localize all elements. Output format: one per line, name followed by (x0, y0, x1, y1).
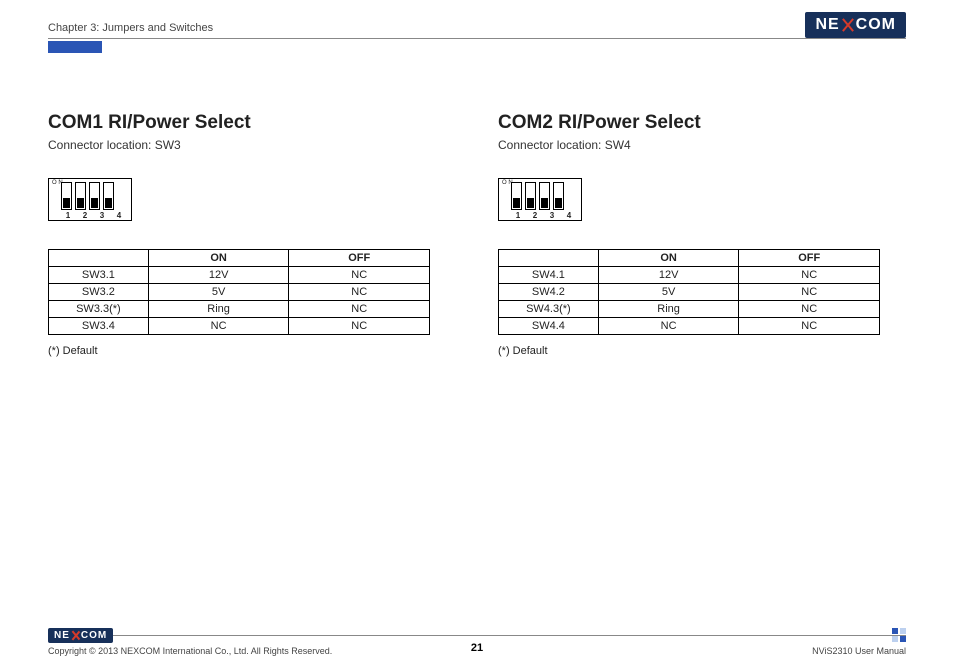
cell: NC (148, 318, 289, 335)
table-head-row: ON OFF (499, 250, 880, 267)
th-off: OFF (739, 250, 880, 267)
cell: NC (289, 301, 430, 318)
section-com2: COM2 RI/Power Select Connector location:… (498, 112, 898, 357)
x-icon (841, 18, 855, 32)
dip-slot-2 (525, 182, 536, 210)
th-off: OFF (289, 250, 430, 267)
dip-knob (513, 198, 520, 208)
cell: SW4.1 (499, 267, 599, 284)
dip-knob (63, 198, 70, 208)
cell: 5V (598, 284, 739, 301)
table-row: SW4.3(*) Ring NC (499, 301, 880, 318)
page-footer: NECOM Copyright © 2013 NEXCOM Internatio… (48, 628, 906, 656)
cell: SW3.3(*) (49, 301, 149, 318)
cell: SW4.4 (499, 318, 599, 335)
dip-num: 1 (511, 211, 525, 220)
cell: NC (289, 267, 430, 284)
dip-num: 3 (95, 211, 109, 220)
section-title: COM2 RI/Power Select (498, 112, 898, 134)
cell: 5V (148, 284, 289, 301)
table-row: SW3.3(*) Ring NC (49, 301, 430, 318)
header-accent-tab (48, 41, 102, 53)
dip-slot-1 (511, 182, 522, 210)
table-row: SW3.1 12V NC (49, 267, 430, 284)
dip-knob (555, 198, 562, 208)
dip-num: 1 (61, 211, 75, 220)
cell: NC (739, 284, 880, 301)
cell: Ring (598, 301, 739, 318)
cell: SW4.3(*) (499, 301, 599, 318)
table-head-row: ON OFF (49, 250, 430, 267)
dip-slots (511, 182, 578, 210)
dip-switch-sw3: O N 1 2 3 4 (48, 178, 132, 221)
dip-body: O N 1 2 3 4 (498, 178, 582, 221)
th-blank (49, 250, 149, 267)
brand-logo-bottom: NECOM (48, 628, 332, 643)
th-blank (499, 250, 599, 267)
page: Chapter 3: Jumpers and Switches NECOM CO… (0, 0, 954, 672)
table-row: SW4.4 NC NC (499, 318, 880, 335)
dip-num: 2 (78, 211, 92, 220)
dip-slot-4 (553, 182, 564, 210)
dip-numbers: 1 2 3 4 (61, 211, 128, 220)
dip-body: O N 1 2 3 4 (48, 178, 132, 221)
table-row: SW3.4 NC NC (49, 318, 430, 335)
doc-title: NViS2310 User Manual (812, 646, 906, 656)
table-row: SW3.2 5V NC (49, 284, 430, 301)
brand-logo-top: NECOM (805, 12, 906, 38)
cell: NC (739, 318, 880, 335)
dip-knob (91, 198, 98, 208)
section-com1: COM1 RI/Power Select Connector location:… (48, 112, 448, 357)
dip-num: 4 (562, 211, 576, 220)
cell: Ring (148, 301, 289, 318)
chapter-title: Chapter 3: Jumpers and Switches (48, 22, 906, 34)
table-row: SW4.2 5V NC (499, 284, 880, 301)
th-on: ON (598, 250, 739, 267)
page-header: Chapter 3: Jumpers and Switches (48, 22, 906, 44)
dip-slot-3 (89, 182, 100, 210)
dip-switch-sw4: O N 1 2 3 4 (498, 178, 582, 221)
dip-knob (541, 198, 548, 208)
cell: SW3.2 (49, 284, 149, 301)
nexcom-logo-icon: NECOM (48, 628, 113, 643)
switch-table-sw4: ON OFF SW4.1 12V NC SW4.2 5V NC SW4.3(*)… (498, 249, 880, 335)
dip-slot-1 (61, 182, 72, 210)
default-note: (*) Default (48, 345, 448, 357)
cell: 12V (148, 267, 289, 284)
footer-right: NViS2310 User Manual (812, 628, 906, 656)
switch-table-sw3: ON OFF SW3.1 12V NC SW3.2 5V NC SW3.3(*)… (48, 249, 430, 335)
cell: SW4.2 (499, 284, 599, 301)
dip-num: 3 (545, 211, 559, 220)
dip-slot-2 (75, 182, 86, 210)
dip-numbers: 1 2 3 4 (511, 211, 578, 220)
header-rule (48, 38, 906, 39)
footer-squares-icon (892, 628, 906, 642)
dip-num: 2 (528, 211, 542, 220)
cell: NC (739, 267, 880, 284)
cell: SW3.1 (49, 267, 149, 284)
dip-slot-4 (103, 182, 114, 210)
th-on: ON (148, 250, 289, 267)
cell: NC (598, 318, 739, 335)
cell: NC (289, 284, 430, 301)
section-subtitle: Connector location: SW4 (498, 138, 898, 152)
section-title: COM1 RI/Power Select (48, 112, 448, 134)
table-row: SW4.1 12V NC (499, 267, 880, 284)
cell: NC (739, 301, 880, 318)
cell: SW3.4 (49, 318, 149, 335)
section-subtitle: Connector location: SW3 (48, 138, 448, 152)
footer-left: NECOM Copyright © 2013 NEXCOM Internatio… (48, 628, 332, 656)
dip-knob (105, 198, 112, 208)
dip-slot-3 (539, 182, 550, 210)
x-icon (71, 631, 80, 640)
cell: 12V (598, 267, 739, 284)
nexcom-logo-icon: NECOM (805, 12, 906, 38)
dip-knob (527, 198, 534, 208)
cell: NC (289, 318, 430, 335)
copyright-text: Copyright © 2013 NEXCOM International Co… (48, 646, 332, 656)
dip-num: 4 (112, 211, 126, 220)
dip-slots (61, 182, 128, 210)
default-note: (*) Default (498, 345, 898, 357)
dip-knob (77, 198, 84, 208)
